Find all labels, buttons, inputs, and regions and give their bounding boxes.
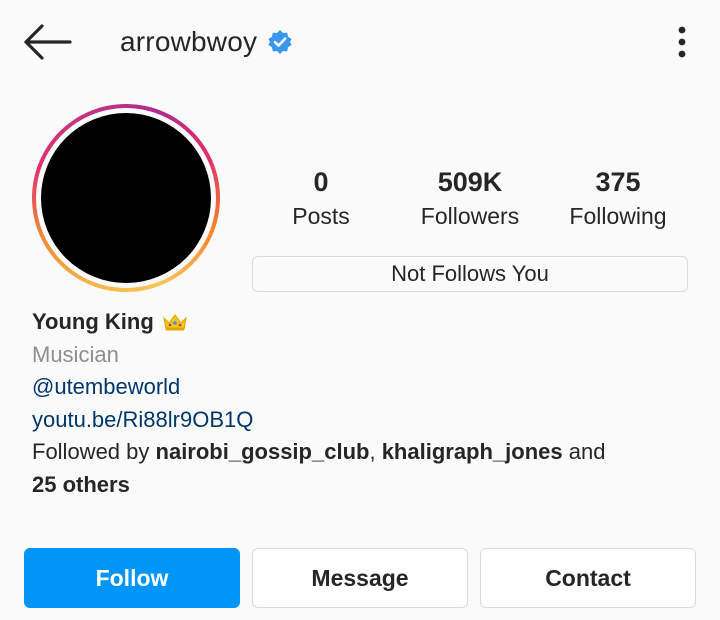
followed-by-separator: , [369, 439, 382, 464]
follows-you-badge: Not Follows You [252, 256, 688, 292]
avatar[interactable] [41, 113, 211, 283]
username-row: arrowbwoy [120, 22, 293, 62]
posts-label: Posts [292, 203, 350, 229]
top-bar: arrowbwoy [0, 0, 720, 86]
followed-by-user-1[interactable]: nairobi_gossip_club [156, 439, 370, 464]
stat-following[interactable]: 375 Following [569, 164, 666, 232]
followed-by-prefix: Followed by [32, 439, 156, 464]
profile-category: Musician [32, 341, 119, 367]
contact-button[interactable]: Contact [480, 548, 696, 608]
profile-display-name: Young King [32, 309, 154, 334]
following-label: Following [569, 203, 667, 229]
verified-badge-icon [268, 30, 292, 54]
bio-mention-link[interactable]: @utembeworld [32, 371, 692, 404]
follow-button[interactable]: Follow [24, 548, 240, 608]
followed-by-text[interactable]: Followed by nairobi_gossip_club, khaligr… [32, 436, 692, 501]
profile-username: arrowbwoy [120, 26, 258, 57]
profile-stats: 0 Posts 509K Followers 375 Following [250, 164, 690, 244]
profile-bio: Young King Musician @utembeworld youtu.b… [32, 306, 692, 501]
followers-count: 509K [437, 167, 503, 197]
arrow-left-icon[interactable] [22, 22, 74, 62]
posts-count: 0 [313, 167, 329, 197]
followers-label: Followers [420, 203, 520, 229]
followed-by-others[interactable]: 25 others [32, 472, 130, 497]
message-button[interactable]: Message [252, 548, 468, 608]
crown-emoji-icon [163, 314, 187, 331]
following-count: 375 [595, 167, 641, 197]
bio-website-link[interactable]: youtu.be/Ri88lr9OB1Q [32, 404, 692, 437]
followed-by-user-2[interactable]: khaligraph_jones [382, 439, 563, 464]
profile-name-row: Young King [32, 306, 692, 339]
followed-by-and: and [562, 439, 606, 464]
stat-followers[interactable]: 509K Followers [421, 164, 519, 232]
more-vertical-icon[interactable] [670, 22, 694, 62]
avatar-story-ring[interactable] [32, 104, 220, 292]
stat-posts[interactable]: 0 Posts [292, 164, 350, 232]
